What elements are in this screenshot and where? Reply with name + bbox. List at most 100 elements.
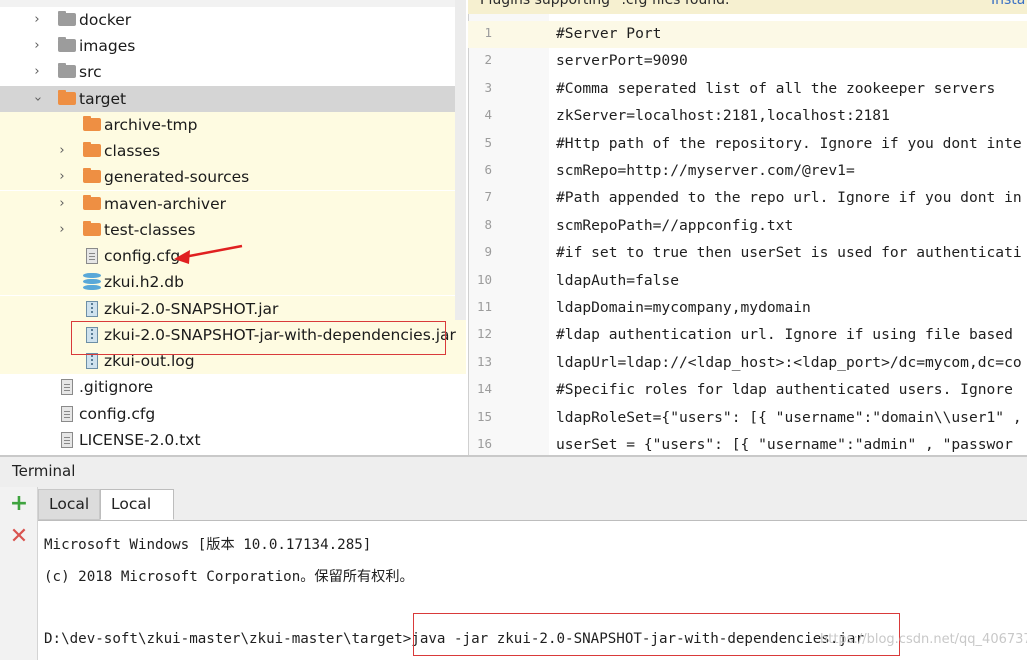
chevron-right-icon[interactable]: › [30, 64, 44, 80]
line-number: 3 [484, 79, 492, 95]
code-text: userSet = {"users": [{ "username":"admin… [556, 436, 1013, 453]
terminal-line: (c) 2018 Microsoft Corporation。保留所有权利。 [44, 569, 414, 585]
code-text: #Server Port [556, 25, 662, 42]
tree-item-gitignore[interactable]: .gitignore [0, 374, 466, 400]
tree-item-zkui-h2-db[interactable]: zkui.h2.db [0, 269, 466, 295]
config-file-icon [61, 406, 73, 422]
editor-line[interactable]: 7 #Path appended to the repo url. Ignore … [468, 185, 1027, 212]
tree-item-label: maven-archiver [104, 195, 226, 213]
line-number: 14 [476, 381, 492, 397]
tree-item-label: docker [79, 11, 132, 29]
code-text: ldapAuth=false [556, 271, 680, 289]
line-number: 12 [476, 326, 492, 342]
close-session-icon[interactable]: ✕ [9, 526, 29, 548]
watermark: https://blog.csdn.net/qq_40673786 [820, 632, 1027, 647]
editor-line[interactable]: 3 #Comma seperated list of all the zookee… [468, 76, 1027, 103]
tree-item-maven-archiver[interactable]: › maven-archiver [0, 191, 466, 217]
folder-icon [83, 221, 101, 236]
tree-item-label: .gitignore [79, 378, 154, 396]
code-text: scmRepoPath=//appconfig.txt [556, 216, 794, 234]
terminal-line: Microsoft Windows [版本 10.0.17134.285] [44, 537, 372, 553]
chevron-right-icon[interactable]: › [55, 196, 69, 212]
tree-item-license[interactable]: LICENSE-2.0.txt [0, 427, 466, 453]
editor-line[interactable]: 15 ldapRoleSet={"users": [{ "username":"d… [468, 405, 1027, 432]
editor-line[interactable]: 14 #Specific roles for ldap authenticated… [468, 377, 1027, 404]
tree-item-label: generated-sources [104, 168, 250, 186]
tree-item-config-cfg[interactable]: config.cfg [0, 401, 466, 427]
tree-item-label: classes [104, 142, 161, 160]
chevron-right-icon[interactable]: › [55, 169, 69, 185]
folder-icon [83, 195, 101, 210]
tree-item-archive-tmp[interactable]: archive-tmp [0, 112, 466, 138]
line-number: 6 [484, 162, 492, 177]
editor-line[interactable]: 4 zkServer=localhost:2181,localhost:2181 [468, 103, 1027, 130]
tree-item-classes[interactable]: › classes [0, 138, 466, 164]
tree-item-generated-sources[interactable]: › generated-sources [0, 164, 466, 190]
add-session-icon[interactable]: + [9, 493, 29, 515]
project-tree: › docker › images › src › target archive… [0, 0, 466, 455]
code-text: ldapUrl=ldap://<ldap_host>:<ldap_port>/d… [556, 353, 1022, 371]
editor-line[interactable]: 2 serverPort=9090 [468, 48, 1027, 75]
tree-item-target[interactable]: › target [0, 86, 466, 112]
tree-item-snapshot-jar[interactable]: zkui-2.0-SNAPSHOT.jar [0, 296, 466, 322]
terminal-title: Terminal [12, 462, 76, 480]
editor-line[interactable]: 12 #ldap authentication url. Ignore if us… [468, 322, 1027, 349]
code-text: #if set to true then userSet is used for… [556, 244, 1022, 262]
line-number: 5 [484, 134, 492, 150]
database-icon [83, 273, 101, 291]
editor-line[interactable]: 5 #Http path of the repository. Ignore if… [468, 131, 1027, 158]
tree-item-label: zkui-2.0-SNAPSHOT.jar [104, 300, 279, 318]
editor-line[interactable]: 11 ldapDomain=mycompany,mydomain [468, 295, 1027, 322]
editor-line[interactable]: 8 scmRepoPath=//appconfig.txt [468, 213, 1027, 240]
line-number: 1 [484, 25, 492, 40]
folder-icon [83, 168, 101, 183]
tab-local-1[interactable]: Local (1) [100, 489, 174, 542]
tree-item-src[interactable]: › src [0, 59, 466, 85]
tree-item-label: target [79, 90, 127, 108]
folder-icon [58, 11, 76, 26]
install-link[interactable]: Insta [991, 0, 1025, 8]
code-text: #Specific roles for ldap authenticated u… [556, 381, 1013, 399]
chevron-right-icon[interactable]: › [55, 222, 69, 238]
tree-item-label: zkui.h2.db [104, 273, 184, 291]
tree-top-clip [0, 0, 466, 7]
line-number: 8 [484, 216, 492, 232]
tree-item-label: test-classes [104, 221, 196, 239]
line-number: 11 [476, 299, 492, 314]
folder-icon [83, 142, 101, 157]
text-file-icon [61, 432, 73, 448]
tree-item-label: config.cfg [79, 405, 156, 423]
tree-item-images[interactable]: › images [0, 33, 466, 59]
code-editor[interactable]: Plugins supporting *.cfg files found. In… [468, 0, 1027, 455]
tree-item-label: config.cfg [104, 247, 181, 265]
chevron-right-icon[interactable]: › [30, 38, 44, 54]
tree-item-label: images [79, 37, 136, 55]
code-text: #ldap authentication url. Ignore if usin… [556, 326, 1013, 344]
line-number: 2 [484, 52, 492, 68]
line-number: 15 [476, 408, 492, 424]
line-number: 7 [484, 189, 492, 205]
editor-line[interactable]: 10 ldapAuth=false [468, 268, 1027, 295]
plugin-banner: Plugins supporting *.cfg files found. In… [468, 0, 1027, 14]
editor-line[interactable]: 1 #Server Port [468, 21, 1027, 48]
editor-line[interactable]: 13 ldapUrl=ldap://<ldap_host>:<ldap_port>… [468, 350, 1027, 377]
code-text: serverPort=9090 [556, 52, 688, 70]
chevron-right-icon[interactable]: › [55, 143, 69, 159]
editor-line[interactable]: 9 #if set to true then userSet is used fo… [468, 240, 1027, 267]
tree-scrollbar[interactable] [455, 0, 466, 320]
line-number: 13 [476, 353, 492, 369]
line-number: 16 [476, 436, 492, 451]
plugin-banner-text: Plugins supporting *.cfg files found. [480, 0, 730, 8]
code-text: zkServer=localhost:2181,localhost:2181 [556, 107, 890, 125]
line-number: 4 [484, 107, 492, 123]
tab-local[interactable]: Local [38, 489, 100, 520]
chevron-down-icon[interactable]: › [29, 92, 45, 106]
tree-item-docker[interactable]: › docker [0, 7, 466, 33]
code-text: scmRepo=http://myserver.com/@rev1= [556, 162, 855, 179]
editor-line[interactable]: 6 scmRepo=http://myserver.com/@rev1= [468, 158, 1027, 185]
terminal-tabs: Local Local (1) [38, 487, 1027, 542]
code-text: #Comma seperated list of all the zookeep… [556, 79, 996, 97]
chevron-right-icon[interactable]: › [30, 12, 44, 28]
editor-line[interactable]: 16 userSet = {"users": [{ "username":"adm… [468, 432, 1027, 455]
code-text: ldapDomain=mycompany,mydomain [556, 299, 811, 316]
